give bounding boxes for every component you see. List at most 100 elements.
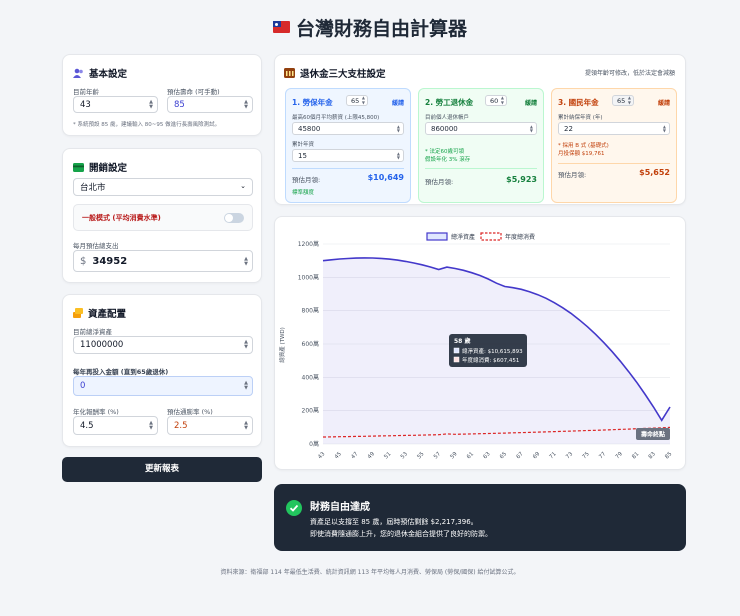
life-expectancy-input[interactable]: 85 ▲ ▼ xyxy=(167,96,253,113)
assets-card: 資產配置 目前總淨資產 11000000 ▲ ▼ 每年再投入金額 (直到65歲退休)… xyxy=(62,294,262,447)
update-report-button[interactable]: 更新報表 xyxy=(62,457,262,482)
net-assets-input[interactable]: 11000000 ▲ ▼ xyxy=(73,336,253,354)
inflation-input[interactable]: 2.5 ▲ ▼ xyxy=(167,416,253,435)
age-input[interactable]: 43 ▲ ▼ xyxy=(73,96,158,113)
retirement-age-input[interactable]: 60 ▲ ▼ xyxy=(485,95,507,106)
tooltip-title: 58 歲 xyxy=(454,337,470,345)
labor-age-input[interactable]: 65 ▲ ▼ xyxy=(346,95,368,106)
check-circle-icon xyxy=(286,500,302,516)
x-tick-label: 55 xyxy=(416,451,426,461)
taiwan-flag-icon xyxy=(272,21,290,33)
labor-monthly-label: 預估月領: xyxy=(292,176,321,184)
asset-chart: 0萬 200萬 400萬 600萬 800萬 1000萬 1200萬 43 45 47 49 51 5… xyxy=(278,232,674,461)
y-tick-label: 1000萬 xyxy=(298,273,319,281)
national-monthly-value: $5,652 xyxy=(639,168,670,177)
labor-status: 緩請 xyxy=(391,100,404,107)
retirement-account-input[interactable]: 860000 ▲ ▼ xyxy=(425,122,537,135)
stepper-icon[interactable]: ▲ ▼ xyxy=(244,381,248,391)
stepper-icon[interactable]: ▲ ▼ xyxy=(244,100,248,110)
chevron-down-icon: ⌄ xyxy=(240,182,246,190)
labor-salary-label: 最高60個月平均薪資 (上限45,800) xyxy=(292,115,380,121)
x-tick-label: 77 xyxy=(598,451,608,461)
city-select[interactable]: 台北市 ⌄ xyxy=(73,178,253,196)
national-years-label: 累計納保年資 (年) xyxy=(558,115,603,121)
age-label: 目前年齡 xyxy=(73,88,99,96)
footer-source: 資料來源：衛福部 114 年最低生活費、統計資訊網 113 年平均每人月消費、勞… xyxy=(220,569,520,576)
mode-label: 一般模式 (平均消費水準) xyxy=(82,214,161,222)
retirement-note-1: * 法定60歲可領 xyxy=(425,149,464,155)
national-note-2: 月投保額 $19,761 xyxy=(558,151,605,157)
end-label: 壽命終點 xyxy=(641,431,665,439)
net-assets-label: 目前總淨資產 xyxy=(73,328,112,336)
x-tick-label: 69 xyxy=(532,451,542,461)
stepper-icon[interactable]: ▲ ▼ xyxy=(244,421,248,431)
tooltip-assets: 總淨資產: $10,615,893 xyxy=(462,347,523,355)
life-note: * 系統預設 85 歲，建議輸入 80~95 做進行長壽風險測試。 xyxy=(73,122,221,128)
y-tick-label: 200萬 xyxy=(302,407,319,415)
spending-card: 開銷設定 台北市 ⌄ 一般模式 (平均消費水準) 每月預估總支出 $34952 ▲ ▼ xyxy=(62,148,262,283)
x-tick-label: 59 xyxy=(449,451,459,461)
assets-heading: 資產配置 xyxy=(73,306,126,320)
chart-tooltip: 58 歲 總淨資產: $10,615,893 年度總消費: $607,451 xyxy=(449,334,527,367)
inflation-label: 預估通膨率 (%) xyxy=(167,408,213,416)
retirement-status: 緩請 xyxy=(524,100,537,107)
life-label: 預估壽命 (可手動) xyxy=(167,88,220,96)
retirement-monthly-label: 預估月領: xyxy=(425,178,454,186)
x-tick-label: 81 xyxy=(631,451,640,460)
labor-years-input[interactable]: 15 ▲ ▼ xyxy=(292,149,404,162)
basic-settings-card: 基本設定 目前年齡 43 ▲ ▼ 預估壽命 (可手動) 85 ▲ ▼ * 系統預設 85… xyxy=(62,54,262,136)
labor-retirement-panel: 2. 勞工退休金 60 ▲ ▼ 緩請 目前個人退休帳戶 860000 ▲ ▼ * 法定6… xyxy=(418,88,544,203)
retirement-monthly-value: $5,923 xyxy=(506,175,537,184)
coins-icon xyxy=(73,308,83,318)
chart-card: 0萬 200萬 400萬 600萬 800萬 1000萬 1200萬 43 45 47 49 51 5… xyxy=(274,216,686,470)
pension-card: 退休金三大支柱設定 提領年齡可修改，低於法定會減額 1. 勞保年金 65 ▲ ▼ 緩… xyxy=(274,54,686,205)
labor-years-label: 累計年資 xyxy=(292,142,315,148)
labor-monthly-value: $10,649 xyxy=(367,173,404,182)
lifespan-end-badge: 壽命終點 xyxy=(636,428,670,440)
x-tick-label: 73 xyxy=(565,451,575,461)
retirement-title: 2. 勞工退休金 xyxy=(425,98,474,107)
stepper-icon[interactable]: ▲ ▼ xyxy=(244,340,248,350)
x-tick-label: 49 xyxy=(367,451,377,461)
national-title: 3. 國民年金 xyxy=(558,98,599,107)
return-rate-input[interactable]: 4.5 ▲ ▼ xyxy=(73,416,158,435)
x-tick-label: 47 xyxy=(350,451,360,461)
result-banner: 財務自由達成 資產足以支撐至 85 歲，屆時預估剩餘 $2,217,396。 即… xyxy=(274,484,686,551)
monthly-spend-label: 每月預估總支出 xyxy=(73,242,119,250)
labor-pension-panel: 1. 勞保年金 65 ▲ ▼ 緩請 最高60個月平均薪資 (上限45,800) 45… xyxy=(285,88,411,203)
x-tick-label: 79 xyxy=(615,451,625,461)
divider xyxy=(425,168,537,169)
annual-invest-input[interactable]: 0 ▲ ▼ xyxy=(73,376,253,396)
wallet-icon xyxy=(73,162,84,172)
basic-settings-heading: 基本設定 xyxy=(73,66,127,80)
page-title: 台灣財務自由計算器 xyxy=(0,14,740,41)
tooltip-spend: 年度總消費: $607,451 xyxy=(462,356,519,364)
x-tick-label: 51 xyxy=(383,451,392,460)
labor-salary-input[interactable]: 45800 ▲ ▼ xyxy=(292,122,404,135)
monthly-spend-input[interactable]: $34952 ▲ ▼ xyxy=(73,250,253,272)
x-tick-label: 67 xyxy=(516,451,526,461)
national-monthly-label: 預估月領: xyxy=(558,171,587,179)
x-tick-label: 57 xyxy=(433,451,443,461)
national-note-1: * 採用 B 式 (基礎式) xyxy=(558,143,609,149)
mode-toggle[interactable] xyxy=(224,213,244,223)
legend-assets-label: 總淨資產 xyxy=(451,233,475,241)
labor-tag: 標準額度 xyxy=(292,190,315,196)
pension-heading: 退休金三大支柱設定 xyxy=(284,66,386,80)
y-tick-label: 400萬 xyxy=(302,373,319,381)
y-axis-label: 總資產 (TWD) xyxy=(278,327,286,363)
national-age-input[interactable]: 65 ▲ ▼ xyxy=(612,95,634,106)
national-pension-panel: 3. 國民年金 65 ▲ ▼ 緩請 累計納保年資 (年) 22 ▲ ▼ * 採用 B 式… xyxy=(551,88,677,203)
legend-spend-swatch xyxy=(480,232,502,241)
invest-label: 每年再投入金額 (直到65歲退休) xyxy=(73,368,169,376)
y-tick-label: 600萬 xyxy=(302,340,319,348)
x-tick-label: 65 xyxy=(499,451,509,461)
users-icon xyxy=(73,68,83,78)
retirement-account-label: 目前個人退休帳戶 xyxy=(425,115,470,121)
national-years-input[interactable]: 22 ▲ ▼ xyxy=(558,122,670,135)
x-tick-label: 53 xyxy=(400,451,410,461)
stepper-icon[interactable]: ▲ ▼ xyxy=(149,100,153,110)
stepper-icon[interactable]: ▲ ▼ xyxy=(149,421,153,431)
y-tick-label: 1200萬 xyxy=(298,240,319,248)
stepper-icon[interactable]: ▲ ▼ xyxy=(244,257,248,267)
